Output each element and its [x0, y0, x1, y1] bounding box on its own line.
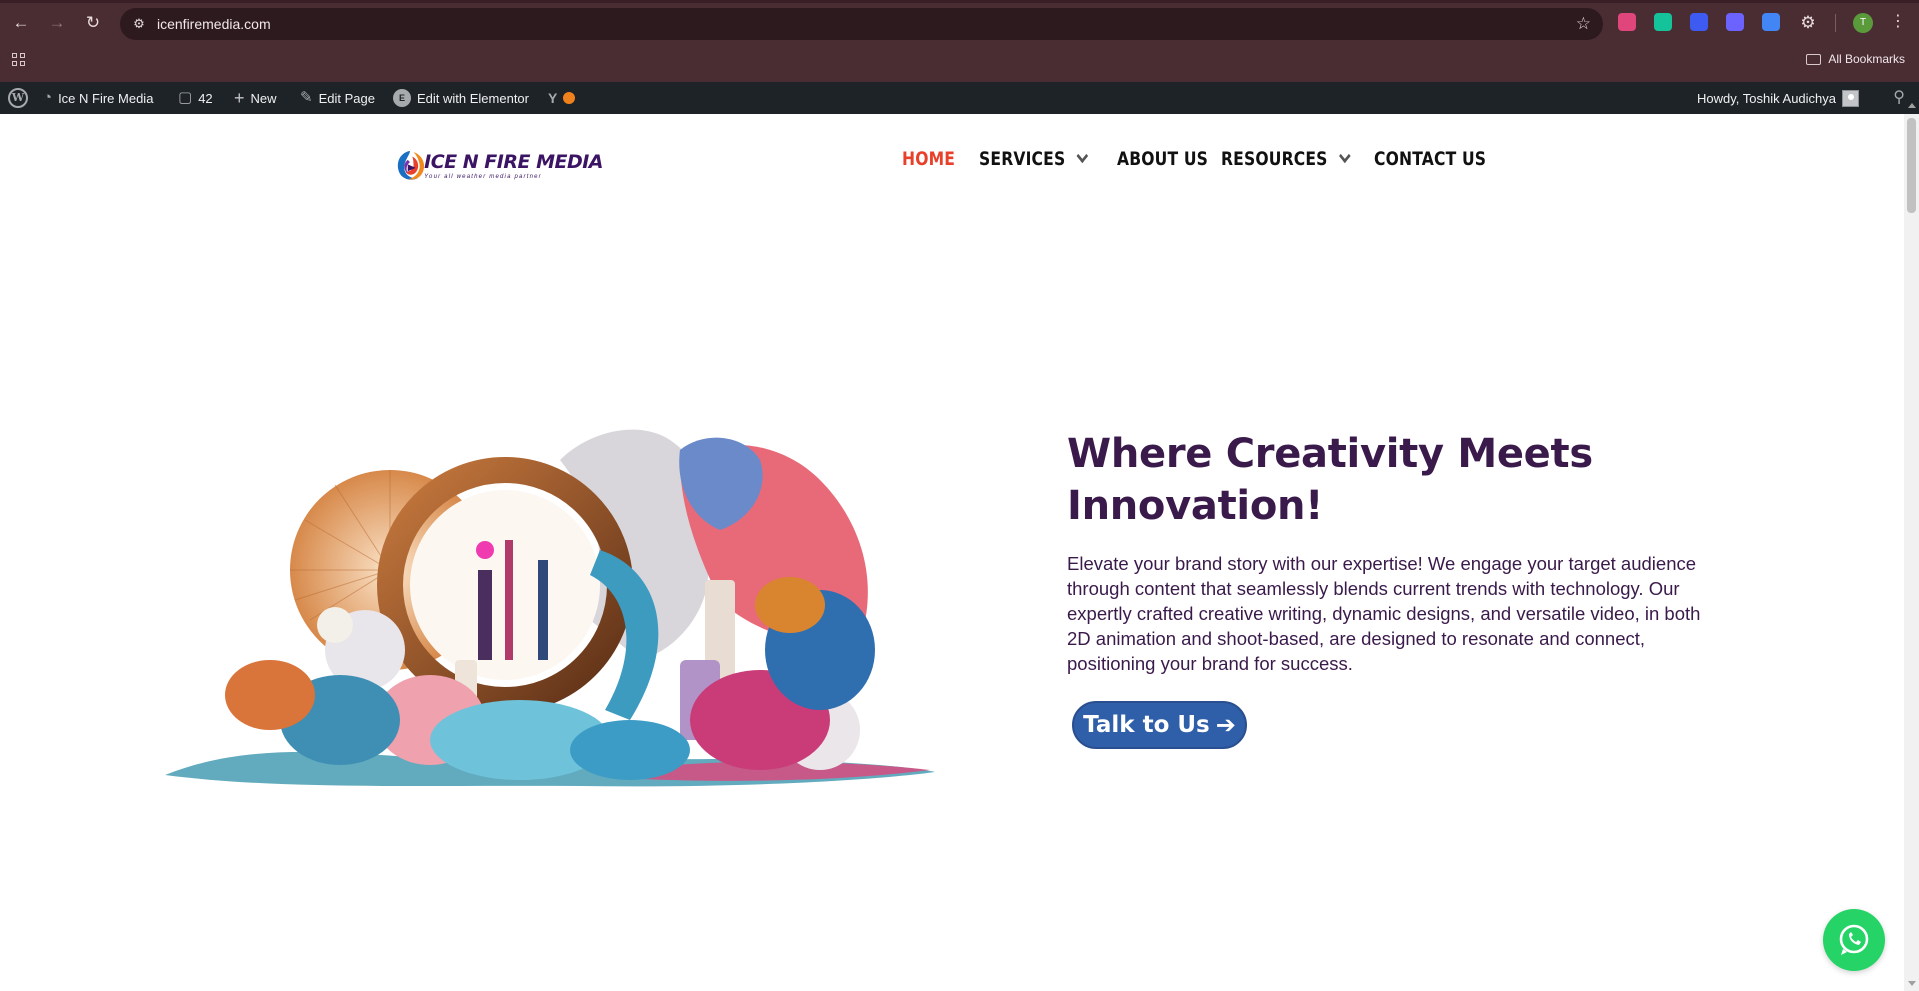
scrollbar-thumb[interactable] [1907, 118, 1916, 213]
sparkle-extension-icon[interactable] [1726, 13, 1744, 31]
seo-status-dot [563, 92, 576, 104]
nav-label: ABOUT US [1117, 148, 1209, 170]
apps-grid-icon[interactable] [12, 53, 26, 67]
admin-elementor-label: Edit with Elementor [417, 90, 529, 106]
whatsapp-icon [1839, 924, 1869, 955]
address-bar[interactable]: ⚙ icenfiremedia.com ☆ [120, 8, 1603, 40]
wp-admin-bar: W ◔ Ice N Fire Media ▢ 42 + New ✎ Edit P… [0, 82, 1919, 114]
arrow-right-icon: ➔ [1215, 711, 1236, 739]
logo-tagline: Your all weather media partner [424, 173, 542, 180]
nav-item-contact[interactable]: CONTACT US [1374, 148, 1486, 170]
nav-item-resources[interactable]: RESOURCES [1221, 148, 1351, 170]
nav-label: HOME [902, 148, 956, 170]
cta-label: Talk to Us [1083, 712, 1210, 738]
page-scrollbar[interactable] [1904, 114, 1919, 991]
browser-menu-icon[interactable]: ⋮ [1890, 11, 1906, 33]
logo-title: ICE N FIRE MEDIA [424, 150, 603, 173]
translate-extension-icon[interactable] [1762, 13, 1780, 31]
nav-item-about[interactable]: ABOUT US [1117, 148, 1208, 170]
admin-site-name: Ice N Fire Media [58, 90, 154, 106]
admin-site-link[interactable]: ◔ Ice N Fire Media [43, 82, 153, 114]
comments-count: 42 [198, 90, 213, 106]
nav-label: CONTACT US [1374, 148, 1487, 170]
search-icon: ⚲ [1893, 89, 1905, 106]
admin-search-button[interactable]: ⚲ [1893, 82, 1905, 114]
whatsapp-chat-button[interactable] [1823, 909, 1885, 971]
folder-icon [1806, 53, 1822, 65]
admin-elementor-link[interactable]: E Edit with Elementor [393, 82, 529, 114]
site-settings-icon[interactable]: ⚙ [128, 13, 150, 35]
scroll-up-arrow-icon[interactable] [1908, 103, 1916, 108]
elementor-logo-icon: E [393, 89, 411, 107]
talk-to-us-button[interactable]: Talk to Us ➔ [1072, 701, 1247, 749]
all-bookmarks-button[interactable]: All Bookmarks [1806, 52, 1905, 66]
toolbar-separator [1835, 14, 1836, 32]
plus-icon: + [234, 88, 245, 108]
admin-new-label: New [250, 90, 277, 106]
browser-toolbar: ← → ↻ ⚙ icenfiremedia.com ☆ ⚙ T ⋮ All Bo… [0, 0, 1919, 82]
chevron-down-icon [1338, 148, 1351, 164]
dashboard-gauge-icon: ◔ [43, 89, 53, 106]
admin-account-menu[interactable]: Howdy, Toshik Audichya [1697, 82, 1859, 114]
wordpress-logo-icon: W [8, 88, 28, 108]
back-arrow-icon[interactable]: ← [10, 12, 32, 34]
search-extension-icon[interactable] [1690, 13, 1708, 31]
avatar [1842, 89, 1859, 107]
comment-bubble-icon: ▢ [178, 89, 193, 106]
admin-comments-link[interactable]: ▢ 42 [178, 82, 213, 114]
all-bookmarks-label: All Bookmarks [1828, 52, 1905, 66]
nav-label: SERVICES [979, 148, 1066, 170]
forward-arrow-icon[interactable]: → [46, 12, 68, 34]
address-bar-url[interactable]: icenfiremedia.com [157, 16, 271, 32]
admin-greeting: Howdy, Toshik Audichya [1697, 90, 1836, 106]
admin-new-link[interactable]: + New [234, 82, 277, 114]
nav-item-services[interactable]: SERVICES [979, 148, 1089, 170]
extensions-puzzle-icon[interactable]: ⚙ [1797, 12, 1819, 34]
admin-edit-page-link[interactable]: ✎ Edit Page [300, 82, 375, 114]
chevron-down-icon [1076, 148, 1089, 164]
profile-avatar[interactable]: T [1853, 13, 1873, 33]
tab-strip-edge [0, 0, 1919, 3]
wordpress-menu[interactable]: W [8, 82, 28, 114]
bookmark-star-icon[interactable]: ☆ [1576, 13, 1591, 35]
yoast-seo-icon: Y [548, 90, 558, 106]
hero-illustration [165, 429, 935, 787]
hero-heading: Where Creativity Meets Innovation! [1067, 431, 1593, 529]
nav-label: RESOURCES [1221, 148, 1328, 170]
nav-item-home[interactable]: HOME [902, 148, 955, 170]
hero-description: Elevate your brand story with our expert… [1067, 553, 1701, 674]
admin-edit-page-label: Edit Page [318, 90, 375, 106]
screen-capture-extension-icon[interactable] [1618, 13, 1636, 31]
grammarly-extension-icon[interactable] [1654, 13, 1672, 31]
phoenix-logo-icon [397, 150, 425, 180]
scroll-down-arrow-icon[interactable] [1908, 981, 1916, 986]
reload-icon[interactable]: ↻ [82, 12, 104, 34]
pencil-icon: ✎ [300, 89, 313, 106]
admin-seo-menu[interactable]: Y [548, 82, 576, 114]
site-logo[interactable]: ICE N FIRE MEDIA Your all weather media … [393, 135, 603, 195]
